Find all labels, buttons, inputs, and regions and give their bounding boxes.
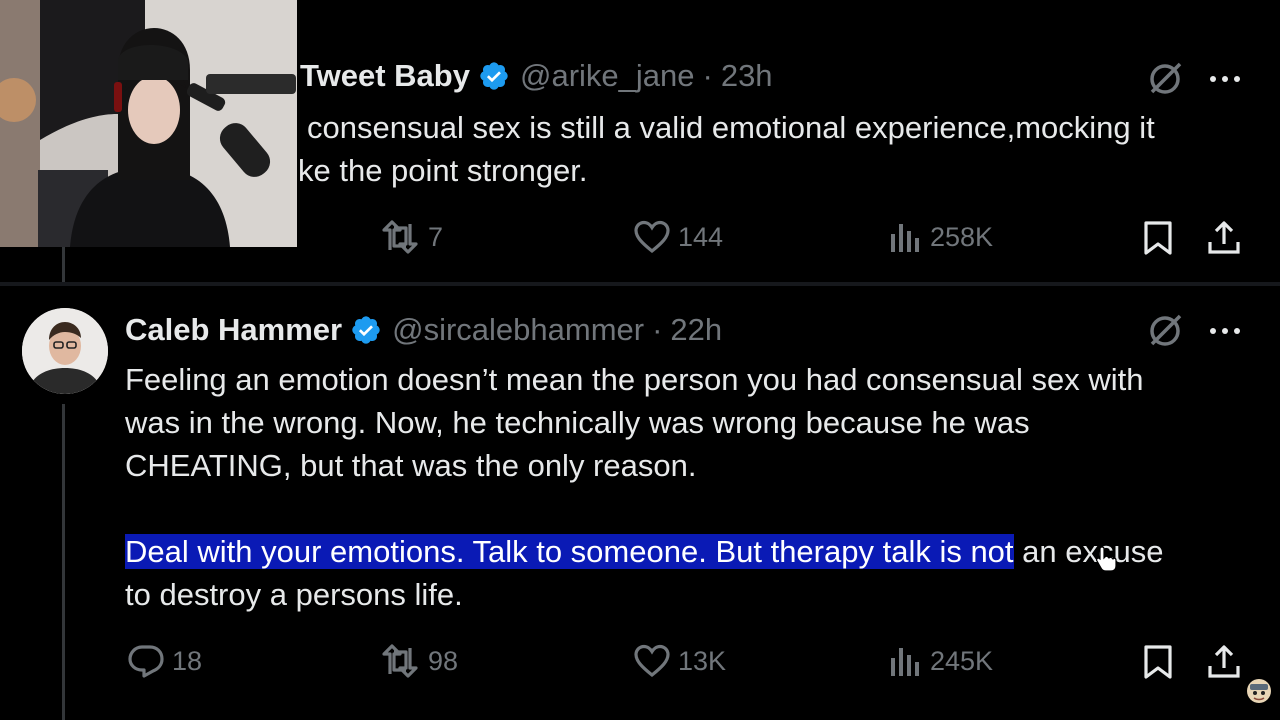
tweet-text-line: Feeling an emotion doesn’t mean the pers… <box>125 362 1144 397</box>
views-icon <box>891 648 919 676</box>
display-name[interactable]: Tweet Baby <box>300 58 470 94</box>
share-icon <box>1208 221 1240 254</box>
views-count: 245K <box>930 645 994 676</box>
reply-count: 18 <box>172 645 203 676</box>
views-count: 258K <box>930 221 994 252</box>
bookmark-icon <box>1144 645 1172 679</box>
bookmark-button[interactable] <box>1142 644 1174 680</box>
display-name[interactable]: Caleb Hammer <box>125 312 342 348</box>
hand-cursor-icon <box>1095 545 1117 576</box>
tweet-text-rest: an excuse <box>1013 534 1164 569</box>
like-count: 144 <box>678 221 724 252</box>
tweet-header: Caleb Hammer @sircalebhammer · 22h <box>125 312 722 348</box>
share-icon <box>1208 645 1240 678</box>
like-icon <box>634 220 670 254</box>
views-button[interactable]: 245K <box>888 644 993 678</box>
tweet-text-line: Deal with your emotions. Talk to someone… <box>125 530 1163 573</box>
like-button[interactable]: 144 <box>634 220 723 254</box>
like-icon <box>634 644 670 678</box>
handle[interactable]: @sircalebhammer <box>392 312 644 348</box>
tweet-text-line: CHEATING, but that was the only reason. <box>125 448 697 483</box>
like-count: 13K <box>678 645 727 676</box>
more-icon[interactable] <box>1210 328 1240 334</box>
webcam-overlay <box>0 0 297 247</box>
more-icon[interactable] <box>1210 76 1240 82</box>
tweet-top-menu <box>1146 60 1240 98</box>
share-button[interactable] <box>1206 644 1242 680</box>
tweet-text-line: was in the wrong. Now, he technically wa… <box>125 405 1030 440</box>
separator: · <box>702 58 713 93</box>
timestamp[interactable]: 23h <box>721 58 773 94</box>
grok-icon[interactable] <box>1146 312 1184 350</box>
channel-logo-icon <box>1246 678 1272 704</box>
selected-text: Deal with your emotions. Talk to someone… <box>125 534 1014 569</box>
share-button[interactable] <box>1206 220 1242 256</box>
reply-icon <box>128 645 164 678</box>
tweet-text-line: to destroy a persons life. <box>125 577 463 612</box>
like-button[interactable]: 13K <box>634 644 726 678</box>
bookmark-icon <box>1144 221 1172 255</box>
tweet-actions: 18 98 13K 245K <box>0 644 1280 684</box>
retweet-icon <box>382 644 418 678</box>
tweet-main[interactable]: Caleb Hammer @sircalebhammer · 22h Feeli… <box>0 286 1280 720</box>
retweet-count: 98 <box>428 645 459 676</box>
retweet-count: 7 <box>428 221 444 252</box>
tweet-header: Tweet Baby @arike_jane · 23h <box>300 58 773 94</box>
verified-badge-icon <box>350 314 382 346</box>
retweet-icon <box>382 220 418 254</box>
bookmark-button[interactable] <box>1142 220 1174 256</box>
retweet-button[interactable]: 98 <box>380 644 458 678</box>
verified-badge-icon <box>478 60 510 92</box>
handle[interactable]: @arike_jane <box>520 58 695 94</box>
tweet-text-line: ke the point stronger. <box>298 153 588 188</box>
timestamp[interactable]: 22h <box>670 312 722 348</box>
tweet-text-line: consensual sex is still a valid emotiona… <box>307 110 1155 145</box>
retweet-button[interactable]: 7 <box>380 220 443 254</box>
grok-icon[interactable] <box>1146 60 1184 98</box>
avatar[interactable] <box>22 308 108 394</box>
separator: · <box>652 312 663 347</box>
views-button[interactable]: 258K <box>888 220 993 254</box>
views-icon <box>891 224 919 252</box>
reply-button[interactable]: 18 <box>128 644 202 678</box>
tweet-main-menu <box>1146 312 1240 350</box>
